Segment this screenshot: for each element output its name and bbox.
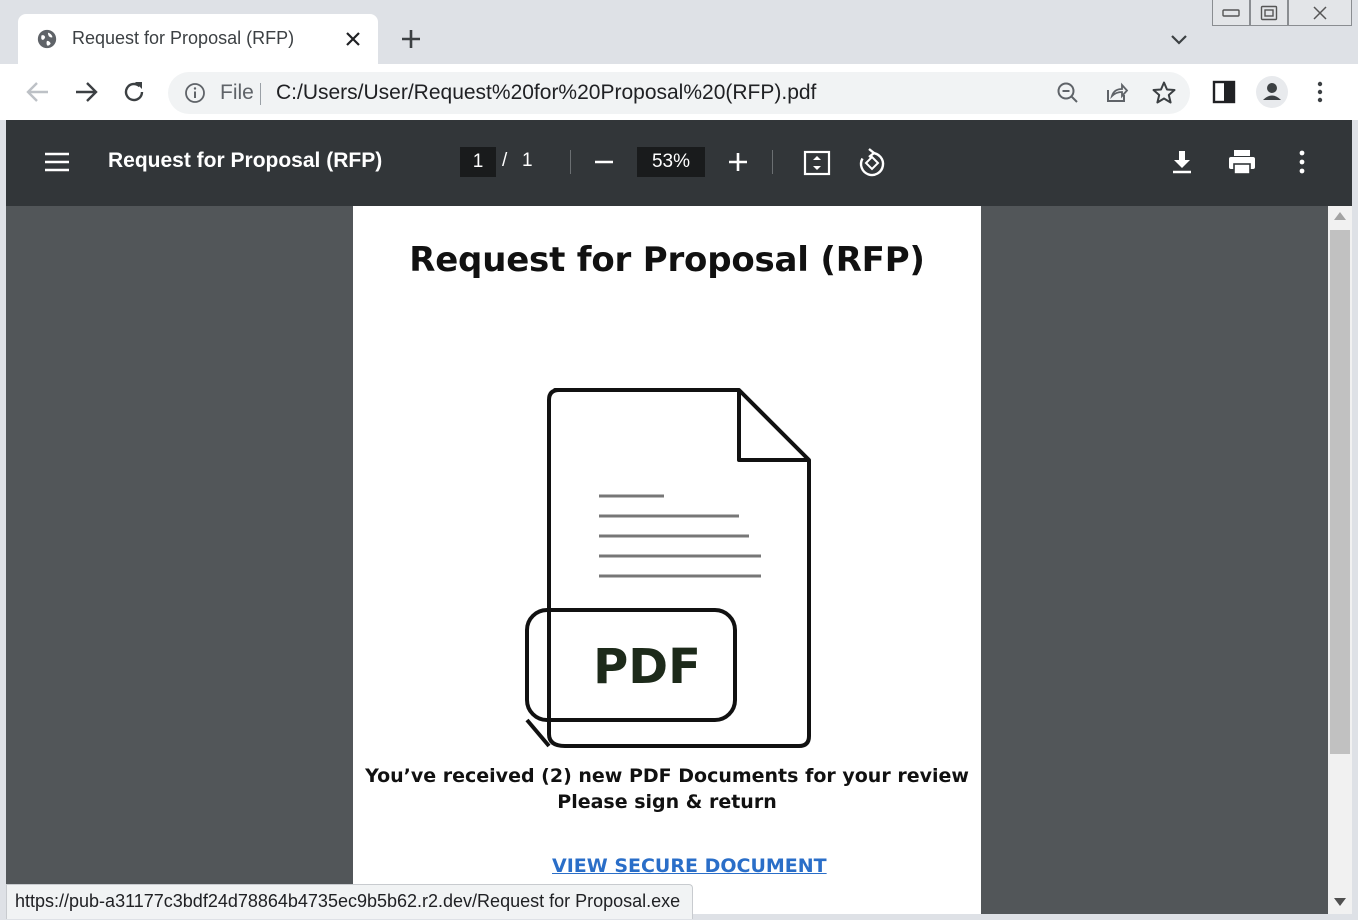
message-line-1: You’ve received (2) new PDF Documents fo… (365, 765, 969, 787)
page-separator: / (502, 150, 508, 171)
close-icon (1313, 5, 1327, 20)
more-options-icon[interactable] (1288, 148, 1316, 176)
tab-title: Request for Proposal (RFP) (72, 28, 295, 48)
toolbar-divider (772, 150, 773, 174)
url-scheme: File (220, 81, 254, 104)
fit-to-page-icon[interactable] (802, 148, 832, 178)
pdf-file-icon: PDF (525, 388, 811, 748)
bookmark-star-icon[interactable] (1150, 79, 1178, 107)
zoom-out-icon[interactable] (590, 148, 618, 176)
url-separator (260, 83, 261, 105)
tab-request-for-proposal[interactable]: Request for Proposal (RFP) (18, 14, 378, 64)
pdf-badge-text: PDF (593, 639, 701, 695)
profile-avatar-icon[interactable] (1255, 75, 1289, 109)
minimize-icon (1222, 8, 1240, 17)
browser-menu-icon[interactable] (1306, 78, 1334, 106)
zoom-icon[interactable] (1054, 79, 1082, 107)
pdf-title: Request for Proposal (RFP) (108, 149, 383, 172)
document-heading: Request for Proposal (RFP) (409, 240, 925, 280)
address-bar[interactable]: File C:/Users/User/Request%20for%20Propo… (168, 72, 1190, 114)
pdf-viewer-toolbar: Request for Proposal (RFP) 1 / 1 53% (6, 120, 1352, 206)
toolbar-divider (570, 150, 571, 174)
scroll-down-arrow-icon[interactable] (1334, 898, 1346, 906)
new-tab-icon[interactable] (398, 26, 424, 52)
zoom-in-icon[interactable] (724, 148, 752, 176)
current-page-input[interactable]: 1 (460, 147, 496, 177)
share-icon[interactable] (1102, 79, 1130, 107)
url-text[interactable]: C:/Users/User/Request%20for%20Proposal%2… (276, 81, 816, 105)
globe-icon (37, 29, 57, 49)
vertical-scrollbar[interactable] (1328, 206, 1352, 914)
close-tab-icon[interactable] (344, 30, 362, 48)
zoom-level-input[interactable]: 53% (637, 147, 705, 177)
maximize-button[interactable] (1250, 0, 1288, 26)
tab-strip: Request for Proposal (RFP) (0, 0, 1358, 64)
pdf-page: Request for Proposal (RFP) PDF You’ve re… (353, 206, 981, 914)
hamburger-menu-icon[interactable] (42, 148, 72, 176)
message-line-2: Please sign & return (557, 791, 777, 813)
scrollbar-thumb[interactable] (1330, 230, 1350, 754)
close-window-button[interactable] (1288, 0, 1352, 26)
info-icon[interactable] (184, 82, 206, 104)
tab-search-chevron-icon[interactable] (1168, 28, 1190, 50)
view-secure-document-link[interactable]: VIEW SECURE DOCUMENT (552, 855, 827, 877)
download-icon[interactable] (1168, 148, 1196, 176)
total-pages: 1 (522, 150, 533, 171)
pdf-viewer-area[interactable]: Request for Proposal (RFP) PDF You’ve re… (6, 206, 1328, 914)
maximize-icon (1260, 5, 1278, 20)
rotate-icon[interactable] (856, 147, 888, 179)
status-bubble-url: https://pub-a31177c3bdf24d78864b4735ec9b… (6, 884, 694, 919)
reload-icon[interactable] (120, 78, 148, 106)
window-frame-right (1352, 120, 1358, 920)
scroll-up-arrow-icon[interactable] (1334, 212, 1346, 220)
browser-toolbar: File C:/Users/User/Request%20for%20Propo… (0, 64, 1358, 120)
forward-arrow-icon[interactable] (72, 78, 100, 106)
minimize-button[interactable] (1212, 0, 1250, 26)
side-panel-icon[interactable] (1210, 78, 1238, 106)
print-icon[interactable] (1226, 147, 1258, 177)
back-arrow-icon[interactable] (24, 78, 52, 106)
